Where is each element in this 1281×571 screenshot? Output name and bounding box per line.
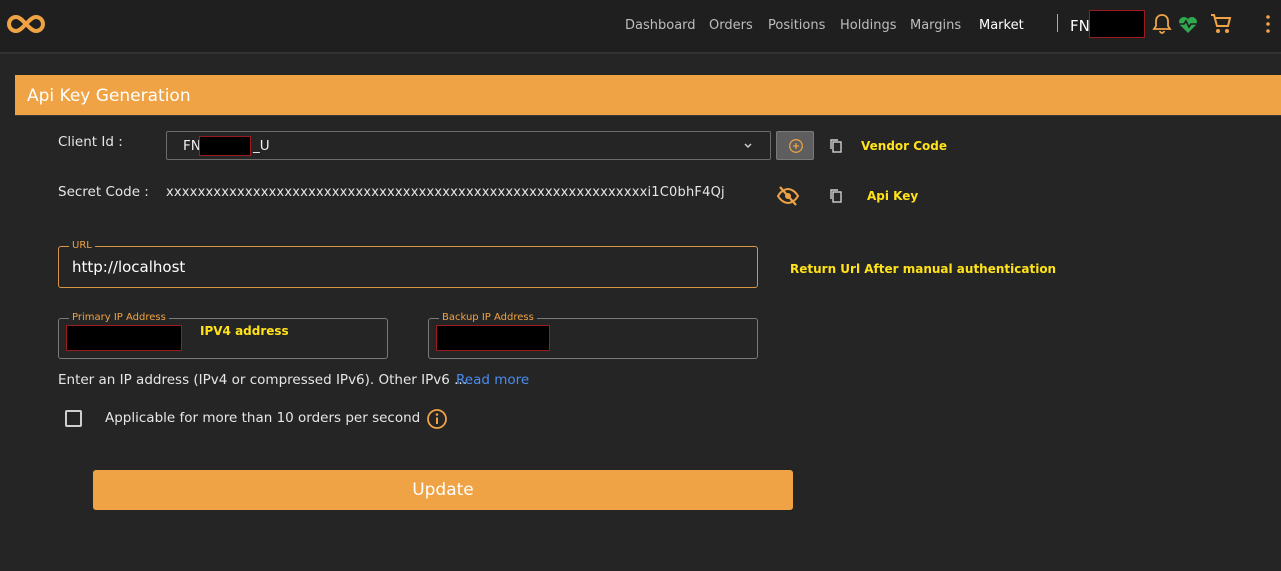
client-id-redaction: [199, 136, 251, 156]
cart-icon[interactable]: [1209, 12, 1233, 36]
high-frequency-label: Applicable for more than 10 orders per s…: [105, 410, 421, 426]
ip-hint-text: Enter an IP address (IPv4 or compressed …: [58, 372, 467, 388]
return-url-note: Return Url After manual authentication: [790, 262, 1057, 276]
nav-holdings[interactable]: Holdings: [840, 18, 896, 33]
update-button[interactable]: Update: [93, 470, 793, 510]
infinity-logo-icon[interactable]: [5, 12, 47, 36]
nav-margins[interactable]: Margins: [910, 18, 961, 33]
plus-circle-icon: [789, 139, 803, 153]
ipv4-note: IPV4 address: [200, 324, 289, 338]
client-id-select[interactable]: FN _U: [166, 131, 771, 160]
url-field-label: URL: [69, 240, 95, 252]
add-client-button[interactable]: [776, 131, 814, 160]
api-key-note: Api Key: [867, 189, 919, 203]
high-frequency-checkbox[interactable]: [65, 410, 82, 427]
client-id-label: Client Id :: [58, 134, 123, 150]
account-id-redaction: [1089, 10, 1145, 38]
nav-orders[interactable]: Orders: [709, 18, 753, 33]
primary-ip-label: Primary IP Address: [69, 312, 169, 324]
nav-separator: [1057, 14, 1058, 32]
nav-dashboard[interactable]: Dashboard: [625, 18, 696, 33]
page-header: Api Key Generation: [15, 75, 1281, 116]
secret-code-value: xxxxxxxxxxxxxxxxxxxxxxxxxxxxxxxxxxxxxxxx…: [166, 185, 725, 200]
copy-api-key-icon[interactable]: [828, 188, 844, 204]
info-icon[interactable]: [426, 408, 448, 430]
secret-code-label: Secret Code :: [58, 184, 149, 200]
update-button-label: Update: [412, 480, 474, 500]
bell-icon[interactable]: [1150, 12, 1174, 36]
top-navigation-bar: Dashboard Orders Positions Holdings Marg…: [0, 0, 1281, 54]
backup-ip-field[interactable]: Backup IP Address: [428, 312, 758, 359]
eye-off-icon[interactable]: [776, 185, 800, 207]
backup-ip-redaction: [436, 325, 550, 351]
kebab-menu-icon[interactable]: [1256, 12, 1280, 36]
read-more-link[interactable]: Read more: [456, 372, 529, 388]
vendor-code-note: Vendor Code: [861, 139, 948, 153]
nav-market[interactable]: Market: [979, 18, 1024, 33]
url-input-value[interactable]: http://localhost: [72, 258, 185, 276]
client-id-suffix: _U: [253, 138, 270, 154]
heartbeat-icon[interactable]: [1176, 12, 1200, 36]
nav-positions[interactable]: Positions: [768, 18, 825, 33]
primary-ip-redaction: [66, 325, 182, 351]
copy-vendor-code-icon[interactable]: [828, 138, 844, 154]
account-id[interactable]: FN: [1070, 17, 1090, 35]
url-field[interactable]: URL http://localhost: [58, 240, 758, 288]
chevron-down-icon[interactable]: [743, 141, 753, 151]
page-title: Api Key Generation: [27, 86, 191, 106]
backup-ip-label: Backup IP Address: [439, 312, 537, 324]
primary-ip-field[interactable]: Primary IP Address IPV4 address: [58, 312, 388, 359]
